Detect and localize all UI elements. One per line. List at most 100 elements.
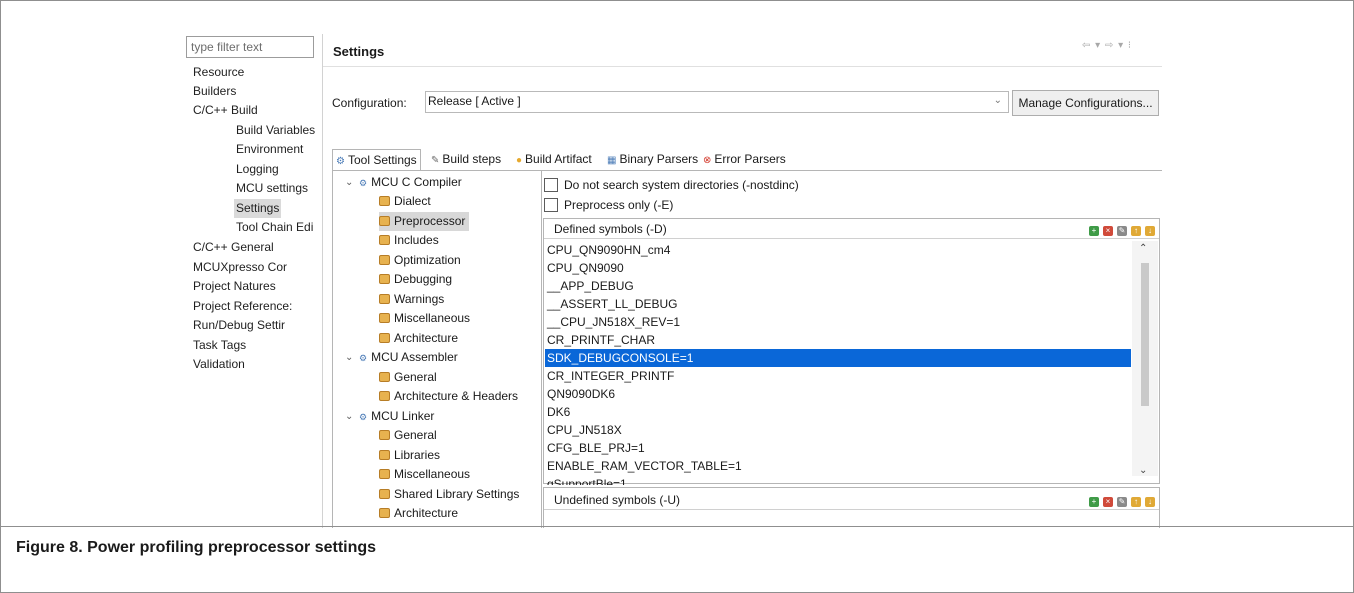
history-nav-icons[interactable]: ⇦ ▾ ⇨ ▾ ⁝ bbox=[1082, 40, 1132, 51]
pane-divider[interactable] bbox=[322, 34, 323, 528]
nav-item-tool-chain-editor[interactable]: Tool Chain Edi bbox=[236, 218, 313, 237]
chevron-down-icon[interactable]: ⌄ bbox=[186, 102, 188, 113]
settings-tabs: ⚙ Tool Settings ✎ Build steps ● Build Artif… bbox=[332, 149, 794, 171]
tool-option-miscellaneous[interactable]: Miscellaneous bbox=[379, 465, 470, 484]
tab-label: Build Artifact bbox=[525, 152, 592, 166]
add-icon[interactable]: + bbox=[1089, 226, 1099, 236]
nostdinc-checkbox[interactable] bbox=[544, 178, 558, 192]
nav-item-cpp-build[interactable]: C/C++ Build bbox=[193, 101, 258, 120]
artifact-icon: ● bbox=[516, 155, 523, 166]
symbol-row[interactable]: CPU_QN9090HN_cm4 bbox=[545, 241, 1131, 259]
tool-option-dialect[interactable]: Dialect bbox=[379, 192, 431, 211]
symbol-row[interactable]: CPU_QN9090 bbox=[545, 259, 1131, 277]
nav-item-mcu-settings[interactable]: MCU settings bbox=[236, 179, 308, 198]
option-label: Includes bbox=[394, 233, 439, 247]
tool-option-general[interactable]: General bbox=[379, 426, 437, 445]
nav-item-logging[interactable]: Logging bbox=[236, 160, 279, 179]
symbol-row[interactable]: gSupportBle=1 bbox=[545, 475, 1131, 485]
symbol-row[interactable]: DK6 bbox=[545, 403, 1131, 421]
tab-error-parsers[interactable]: ⊗ Error Parsers bbox=[700, 149, 789, 171]
wrench-icon: ✎ bbox=[431, 155, 440, 166]
move-up-icon[interactable]: ↑ bbox=[1131, 497, 1141, 507]
nav-item-settings[interactable]: Settings bbox=[234, 199, 282, 218]
tool-mcu-assembler[interactable]: ⚙ MCU Assembler bbox=[359, 348, 458, 367]
chevron-right-icon[interactable]: › bbox=[186, 240, 188, 251]
tool-option-general[interactable]: General bbox=[379, 368, 437, 387]
nav-item-run-debug-settings[interactable]: Run/Debug Settir bbox=[193, 316, 285, 335]
nav-item-environment[interactable]: Environment bbox=[236, 140, 303, 159]
chevron-right-icon[interactable]: › bbox=[186, 357, 188, 368]
tool-option-libraries[interactable]: Libraries bbox=[379, 446, 440, 465]
option-icon bbox=[379, 333, 390, 343]
tab-build-artifact[interactable]: ● Build Artifact bbox=[513, 149, 595, 171]
symbol-row[interactable]: CPU_JN518X bbox=[545, 421, 1131, 439]
gear-icon: ⚙ bbox=[336, 156, 345, 167]
tool-option-optimization[interactable]: Optimization bbox=[379, 251, 461, 270]
tool-option-architecture-headers[interactable]: Architecture & Headers bbox=[379, 387, 518, 406]
scrollbar-thumb[interactable] bbox=[1141, 263, 1149, 406]
nav-item-build-variables[interactable]: Build Variables bbox=[236, 121, 315, 140]
symbol-row[interactable]: __CPU_JN518X_REV=1 bbox=[545, 313, 1131, 331]
symbol-row[interactable]: CR_PRINTF_CHAR bbox=[545, 331, 1131, 349]
tab-binary-parsers[interactable]: ▦ Binary Parsers bbox=[604, 149, 701, 171]
chevron-up-icon[interactable]: ⌃ bbox=[1139, 243, 1147, 254]
tool-mcu-linker[interactable]: ⚙ MCU Linker bbox=[359, 407, 434, 426]
tool-option-shared-library-settings[interactable]: Shared Library Settings bbox=[379, 485, 519, 504]
nostdinc-label: Do not search system directories (-nostd… bbox=[564, 178, 799, 192]
option-label: Optimization bbox=[394, 253, 461, 267]
symbol-row[interactable]: CR_INTEGER_PRINTF bbox=[545, 367, 1131, 385]
tool-label: MCU Assembler bbox=[371, 350, 458, 364]
tool-option-preprocessor[interactable]: Preprocessor bbox=[379, 212, 470, 231]
symbol-row[interactable]: QN9090DK6 bbox=[545, 385, 1131, 403]
nav-item-mcuxpresso-config[interactable]: MCUXpresso Cor bbox=[193, 258, 287, 277]
tab-build-steps[interactable]: ✎ Build steps bbox=[428, 149, 504, 171]
delete-icon[interactable]: × bbox=[1103, 497, 1113, 507]
delete-icon[interactable]: × bbox=[1103, 226, 1113, 236]
tool-label: MCU C Compiler bbox=[371, 175, 462, 189]
tool-mcu-c-compiler[interactable]: ⚙ MCU C Compiler bbox=[359, 173, 462, 192]
add-icon[interactable]: + bbox=[1089, 497, 1099, 507]
tool-option-architecture[interactable]: Architecture bbox=[379, 504, 458, 523]
symbol-row-selected[interactable]: SDK_DEBUGCONSOLE=1 bbox=[545, 349, 1131, 367]
nav-item-validation[interactable]: Validation bbox=[193, 355, 245, 374]
tab-label: Binary Parsers bbox=[619, 152, 699, 166]
tool-option-debugging[interactable]: Debugging bbox=[379, 270, 452, 289]
chevron-down-icon[interactable]: ⌄ bbox=[345, 352, 353, 363]
symbol-row[interactable]: __ASSERT_LL_DEBUG bbox=[545, 295, 1131, 313]
configuration-value: Release [ Active ] bbox=[428, 94, 521, 108]
chevron-right-icon[interactable]: › bbox=[186, 65, 188, 76]
chevron-down-icon[interactable]: ⌄ bbox=[345, 411, 353, 422]
option-label: Dialect bbox=[394, 194, 431, 208]
preprocess-only-checkbox[interactable] bbox=[544, 198, 558, 212]
nav-item-project-natures[interactable]: Project Natures bbox=[193, 277, 276, 296]
option-label: Miscellaneous bbox=[394, 311, 471, 325]
edit-icon[interactable]: ✎ bbox=[1117, 226, 1127, 236]
nav-item-builders[interactable]: Builders bbox=[193, 82, 236, 101]
undefined-symbols-list: Undefined symbols (-U) + × ✎ ↑ ↓ bbox=[543, 487, 1160, 528]
option-label: Libraries bbox=[394, 448, 441, 462]
symbol-row[interactable]: CFG_BLE_PRJ=1 bbox=[545, 439, 1131, 457]
move-down-icon[interactable]: ↓ bbox=[1145, 226, 1155, 236]
tool-option-miscellaneous[interactable]: Miscellaneous bbox=[379, 309, 470, 328]
configuration-select[interactable]: Release [ Active ] ⌄ bbox=[425, 91, 1009, 113]
tab-tool-settings[interactable]: ⚙ Tool Settings bbox=[332, 149, 421, 171]
nav-item-resource[interactable]: Resource bbox=[193, 63, 244, 82]
nav-item-project-references[interactable]: Project Reference: bbox=[193, 297, 292, 316]
symbol-row[interactable]: __APP_DEBUG bbox=[545, 277, 1131, 295]
chevron-down-icon[interactable]: ⌄ bbox=[1139, 465, 1147, 476]
tool-option-includes[interactable]: Includes bbox=[379, 231, 439, 250]
symbol-row[interactable]: ENABLE_RAM_VECTOR_TABLE=1 bbox=[545, 457, 1131, 475]
move-down-icon[interactable]: ↓ bbox=[1145, 497, 1155, 507]
manage-configurations-button[interactable]: Manage Configurations... bbox=[1012, 90, 1159, 116]
symbol-toolbar: + × ✎ ↑ ↓ bbox=[1085, 493, 1155, 507]
chevron-down-icon[interactable]: ⌄ bbox=[345, 177, 353, 188]
filter-input[interactable]: type filter text bbox=[186, 36, 314, 58]
tool-option-architecture[interactable]: Architecture bbox=[379, 329, 458, 348]
symbols-scrollbar[interactable]: ⌃ ⌄ bbox=[1132, 241, 1158, 476]
edit-icon[interactable]: ✎ bbox=[1117, 497, 1127, 507]
nav-item-cpp-general[interactable]: C/C++ General bbox=[193, 238, 274, 257]
defined-symbols-title: Defined symbols (-D) bbox=[554, 222, 667, 236]
tool-option-warnings[interactable]: Warnings bbox=[379, 290, 444, 309]
move-up-icon[interactable]: ↑ bbox=[1131, 226, 1141, 236]
nav-item-task-tags[interactable]: Task Tags bbox=[193, 336, 246, 355]
